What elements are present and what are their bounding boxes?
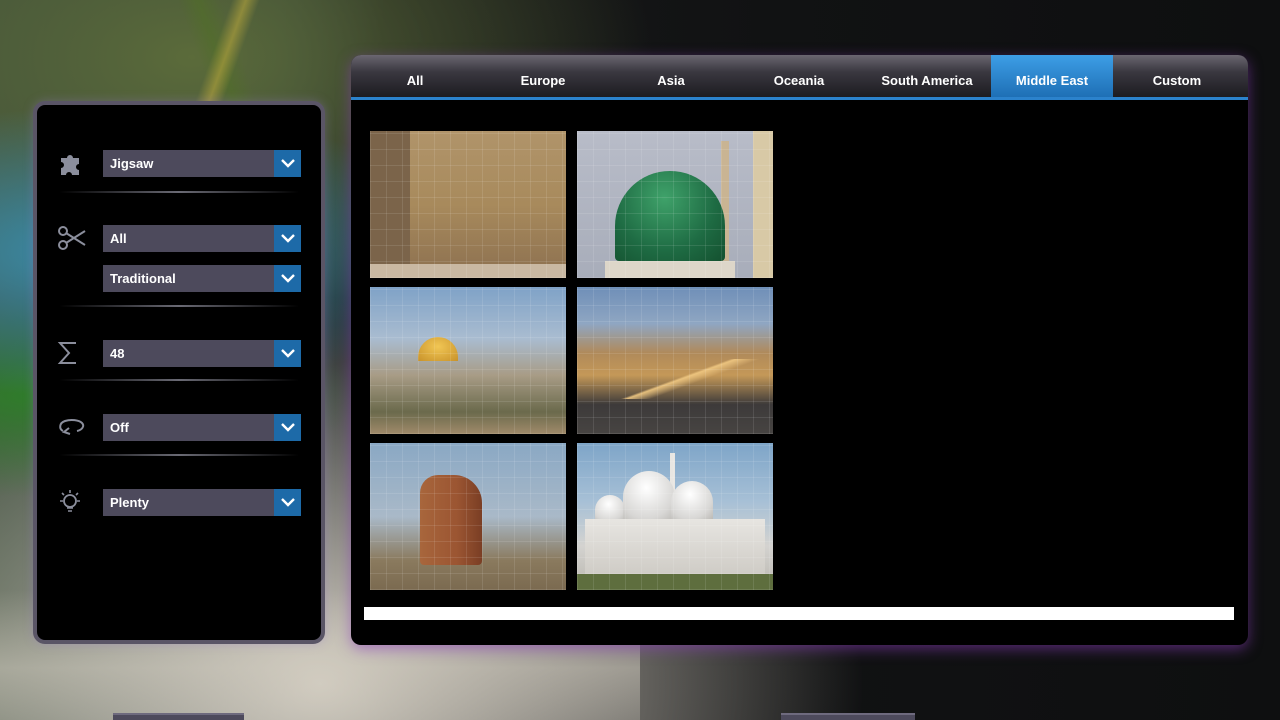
divider bbox=[59, 379, 299, 381]
cut-style-dropdown[interactable]: Traditional bbox=[103, 264, 301, 292]
bottom-right-button[interactable] bbox=[781, 713, 915, 720]
palm-background bbox=[120, 0, 360, 110]
piece-count-value: 48 bbox=[110, 345, 125, 361]
chevron-down-icon bbox=[274, 149, 301, 177]
rotate-icon bbox=[57, 412, 91, 442]
divider bbox=[59, 191, 299, 193]
divider bbox=[59, 454, 299, 456]
puzzle-thumbnail[interactable] bbox=[370, 443, 566, 590]
chevron-down-icon bbox=[274, 224, 301, 252]
puzzle-thumbnail[interactable] bbox=[577, 443, 773, 590]
hints-value: Plenty bbox=[110, 494, 150, 510]
hints-row: Plenty bbox=[57, 487, 302, 517]
chevron-down-icon bbox=[274, 339, 301, 367]
puzzle-thumbnail[interactable] bbox=[577, 131, 773, 278]
puzzle-type-row: Jigsaw bbox=[57, 148, 302, 178]
hints-dropdown[interactable]: Plenty bbox=[103, 488, 301, 516]
puzzle-thumbnail[interactable] bbox=[577, 287, 773, 434]
piece-count-dropdown[interactable]: 48 bbox=[103, 339, 301, 367]
tab-middle-east[interactable]: Middle East bbox=[991, 55, 1113, 97]
puzzle-piece-icon bbox=[57, 148, 91, 178]
cut-set-dropdown[interactable]: All bbox=[103, 224, 301, 252]
rotation-value: Off bbox=[110, 419, 129, 435]
settings-panel: Jigsaw All Traditional 48 Off Plenty bbox=[33, 101, 325, 644]
chevron-down-icon bbox=[274, 413, 301, 441]
divider bbox=[59, 305, 299, 307]
tab-asia[interactable]: Asia bbox=[607, 55, 735, 97]
scissors-icon bbox=[57, 223, 91, 253]
piece-count-row: 48 bbox=[57, 338, 302, 368]
tab-south-america[interactable]: South America bbox=[863, 55, 991, 97]
cut-set-row: All bbox=[57, 223, 302, 253]
bottom-left-button[interactable] bbox=[113, 713, 244, 720]
tab-custom[interactable]: Custom bbox=[1113, 55, 1241, 97]
cut-style-row: Traditional bbox=[57, 263, 302, 293]
sigma-icon bbox=[57, 338, 91, 368]
puzzle-thumbnail[interactable] bbox=[370, 287, 566, 434]
puzzle-type-dropdown[interactable]: Jigsaw bbox=[103, 149, 301, 177]
region-tabs: All Europe Asia Oceania South America Mi… bbox=[351, 55, 1248, 100]
lightbulb-icon bbox=[57, 487, 91, 517]
tab-europe[interactable]: Europe bbox=[479, 55, 607, 97]
horizontal-scrollbar[interactable] bbox=[364, 607, 1234, 620]
puzzle-gallery: All Europe Asia Oceania South America Mi… bbox=[351, 55, 1248, 645]
puzzle-type-value: Jigsaw bbox=[110, 155, 154, 171]
tab-oceania[interactable]: Oceania bbox=[735, 55, 863, 97]
cut-set-value: All bbox=[110, 230, 127, 246]
chevron-down-icon bbox=[274, 264, 301, 292]
rotation-row: Off bbox=[57, 412, 302, 442]
rotation-dropdown[interactable]: Off bbox=[103, 413, 301, 441]
chevron-down-icon bbox=[274, 488, 301, 516]
cut-style-value: Traditional bbox=[110, 270, 176, 286]
puzzle-thumbnail[interactable] bbox=[370, 131, 566, 278]
tab-all[interactable]: All bbox=[351, 55, 479, 97]
